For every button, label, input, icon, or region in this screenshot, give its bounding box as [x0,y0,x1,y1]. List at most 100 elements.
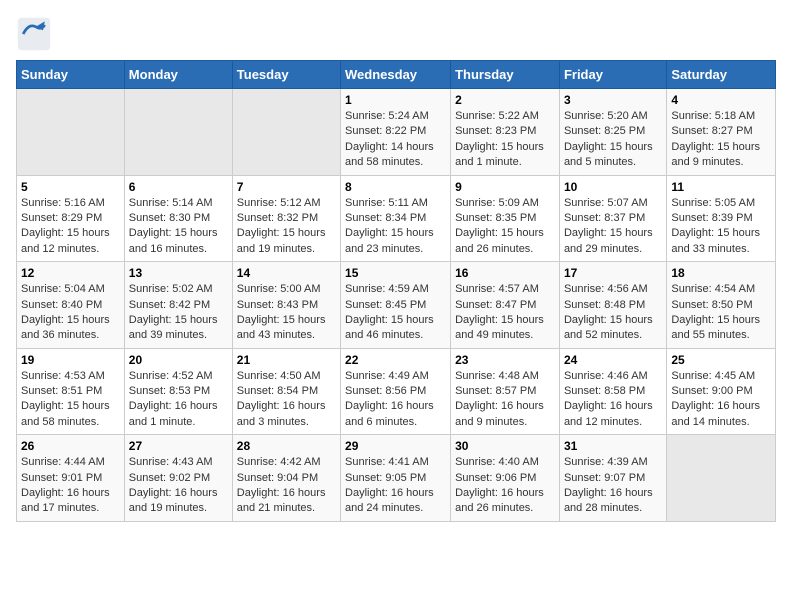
day-info: Sunrise: 5:22 AMSunset: 8:23 PMDaylight:… [455,109,555,171]
day-number: 3 [564,93,662,107]
day-info: Sunrise: 4:44 AMSunset: 9:01 PMDaylight:… [21,455,120,517]
day-number: 12 [21,266,120,280]
calendar-day-cell: 27 Sunrise: 4:43 AMSunset: 9:02 PMDayligh… [124,435,232,522]
day-number: 13 [129,266,228,280]
day-info: Sunrise: 4:42 AMSunset: 9:04 PMDaylight:… [237,455,336,517]
calendar-day-cell: 14 Sunrise: 5:00 AMSunset: 8:43 PMDayligh… [232,262,340,349]
day-of-week-header: Saturday [667,61,776,89]
day-number: 23 [455,353,555,367]
day-info: Sunrise: 5:24 AMSunset: 8:22 PMDaylight:… [345,109,446,171]
day-info: Sunrise: 5:18 AMSunset: 8:27 PMDaylight:… [671,109,771,171]
calendar-day-cell: 31 Sunrise: 4:39 AMSunset: 9:07 PMDayligh… [559,435,666,522]
day-number: 29 [345,439,446,453]
day-number: 26 [21,439,120,453]
day-of-week-header: Wednesday [341,61,451,89]
calendar-table: SundayMondayTuesdayWednesdayThursdayFrid… [16,60,776,522]
day-info: Sunrise: 5:04 AMSunset: 8:40 PMDaylight:… [21,282,120,344]
day-info: Sunrise: 4:46 AMSunset: 8:58 PMDaylight:… [564,369,662,431]
day-number: 19 [21,353,120,367]
calendar-day-cell: 16 Sunrise: 4:57 AMSunset: 8:47 PMDayligh… [451,262,560,349]
day-info: Sunrise: 4:59 AMSunset: 8:45 PMDaylight:… [345,282,446,344]
calendar-week-row: 26 Sunrise: 4:44 AMSunset: 9:01 PMDayligh… [17,435,776,522]
day-number: 10 [564,180,662,194]
day-number: 25 [671,353,771,367]
calendar-day-cell: 4 Sunrise: 5:18 AMSunset: 8:27 PMDaylight… [667,89,776,176]
day-number: 14 [237,266,336,280]
calendar-day-cell: 8 Sunrise: 5:11 AMSunset: 8:34 PMDaylight… [341,175,451,262]
calendar-week-row: 12 Sunrise: 5:04 AMSunset: 8:40 PMDayligh… [17,262,776,349]
calendar-day-cell: 17Sunrise: 4:56 AMSunset: 8:48 PMDayligh… [559,262,666,349]
calendar-day-cell: 10 Sunrise: 5:07 AMSunset: 8:37 PMDayligh… [559,175,666,262]
day-number: 6 [129,180,228,194]
calendar-day-cell: 28 Sunrise: 4:42 AMSunset: 9:04 PMDayligh… [232,435,340,522]
calendar-header-row: SundayMondayTuesdayWednesdayThursdayFrid… [17,61,776,89]
page-header [16,16,776,52]
day-info: Sunrise: 5:02 AMSunset: 8:42 PMDaylight:… [129,282,228,344]
calendar-day-cell: 22 Sunrise: 4:49 AMSunset: 8:56 PMDayligh… [341,348,451,435]
calendar-day-cell: 18 Sunrise: 4:54 AMSunset: 8:50 PMDayligh… [667,262,776,349]
day-of-week-header: Friday [559,61,666,89]
calendar-day-cell: 15 Sunrise: 4:59 AMSunset: 8:45 PMDayligh… [341,262,451,349]
day-number: 24 [564,353,662,367]
logo [16,16,58,52]
day-info: Sunrise: 5:14 AMSunset: 8:30 PMDaylight:… [129,196,228,258]
calendar-day-cell: 5 Sunrise: 5:16 AMSunset: 8:29 PMDaylight… [17,175,125,262]
day-number: 22 [345,353,446,367]
calendar-day-cell: 1Sunrise: 5:24 AMSunset: 8:22 PMDaylight… [341,89,451,176]
day-info: Sunrise: 5:20 AMSunset: 8:25 PMDaylight:… [564,109,662,171]
day-info: Sunrise: 5:16 AMSunset: 8:29 PMDaylight:… [21,196,120,258]
day-info: Sunrise: 5:09 AMSunset: 8:35 PMDaylight:… [455,196,555,258]
calendar-day-cell: 20 Sunrise: 4:52 AMSunset: 8:53 PMDayligh… [124,348,232,435]
day-info: Sunrise: 5:12 AMSunset: 8:32 PMDaylight:… [237,196,336,258]
day-number: 7 [237,180,336,194]
calendar-day-cell: 13 Sunrise: 5:02 AMSunset: 8:42 PMDayligh… [124,262,232,349]
logo-icon [16,16,52,52]
day-number: 28 [237,439,336,453]
day-info: Sunrise: 5:07 AMSunset: 8:37 PMDaylight:… [564,196,662,258]
calendar-day-cell: 11 Sunrise: 5:05 AMSunset: 8:39 PMDayligh… [667,175,776,262]
day-info: Sunrise: 4:43 AMSunset: 9:02 PMDaylight:… [129,455,228,517]
day-number: 21 [237,353,336,367]
day-info: Sunrise: 5:00 AMSunset: 8:43 PMDaylight:… [237,282,336,344]
day-info: Sunrise: 4:49 AMSunset: 8:56 PMDaylight:… [345,369,446,431]
day-info: Sunrise: 4:57 AMSunset: 8:47 PMDaylight:… [455,282,555,344]
day-info: Sunrise: 4:53 AMSunset: 8:51 PMDaylight:… [21,369,120,431]
day-number: 31 [564,439,662,453]
calendar-week-row: 1Sunrise: 5:24 AMSunset: 8:22 PMDaylight… [17,89,776,176]
calendar-day-cell: 30Sunrise: 4:40 AMSunset: 9:06 PMDayligh… [451,435,560,522]
day-of-week-header: Thursday [451,61,560,89]
day-number: 11 [671,180,771,194]
day-info: Sunrise: 5:11 AMSunset: 8:34 PMDaylight:… [345,196,446,258]
calendar-day-cell: 29 Sunrise: 4:41 AMSunset: 9:05 PMDayligh… [341,435,451,522]
day-number: 4 [671,93,771,107]
day-number: 8 [345,180,446,194]
day-of-week-header: Monday [124,61,232,89]
day-number: 16 [455,266,555,280]
day-number: 9 [455,180,555,194]
calendar-day-cell: 26 Sunrise: 4:44 AMSunset: 9:01 PMDayligh… [17,435,125,522]
calendar-day-cell: 12 Sunrise: 5:04 AMSunset: 8:40 PMDayligh… [17,262,125,349]
day-info: Sunrise: 4:41 AMSunset: 9:05 PMDaylight:… [345,455,446,517]
calendar-day-cell: 7 Sunrise: 5:12 AMSunset: 8:32 PMDaylight… [232,175,340,262]
day-info: Sunrise: 4:54 AMSunset: 8:50 PMDaylight:… [671,282,771,344]
calendar-week-row: 19 Sunrise: 4:53 AMSunset: 8:51 PMDayligh… [17,348,776,435]
day-info: Sunrise: 4:50 AMSunset: 8:54 PMDaylight:… [237,369,336,431]
day-number: 5 [21,180,120,194]
day-info: Sunrise: 4:45 AMSunset: 9:00 PMDaylight:… [671,369,771,431]
calendar-day-cell: 25 Sunrise: 4:45 AMSunset: 9:00 PMDayligh… [667,348,776,435]
calendar-day-cell: 24 Sunrise: 4:46 AMSunset: 8:58 PMDayligh… [559,348,666,435]
day-number: 27 [129,439,228,453]
day-number: 18 [671,266,771,280]
day-info: Sunrise: 4:39 AMSunset: 9:07 PMDaylight:… [564,455,662,517]
calendar-day-cell [232,89,340,176]
day-number: 15 [345,266,446,280]
day-info: Sunrise: 5:05 AMSunset: 8:39 PMDaylight:… [671,196,771,258]
calendar-day-cell: 3 Sunrise: 5:20 AMSunset: 8:25 PMDaylight… [559,89,666,176]
day-info: Sunrise: 4:52 AMSunset: 8:53 PMDaylight:… [129,369,228,431]
calendar-day-cell: 21 Sunrise: 4:50 AMSunset: 8:54 PMDayligh… [232,348,340,435]
day-number: 20 [129,353,228,367]
calendar-week-row: 5 Sunrise: 5:16 AMSunset: 8:29 PMDaylight… [17,175,776,262]
day-of-week-header: Tuesday [232,61,340,89]
day-of-week-header: Sunday [17,61,125,89]
day-info: Sunrise: 4:48 AMSunset: 8:57 PMDaylight:… [455,369,555,431]
